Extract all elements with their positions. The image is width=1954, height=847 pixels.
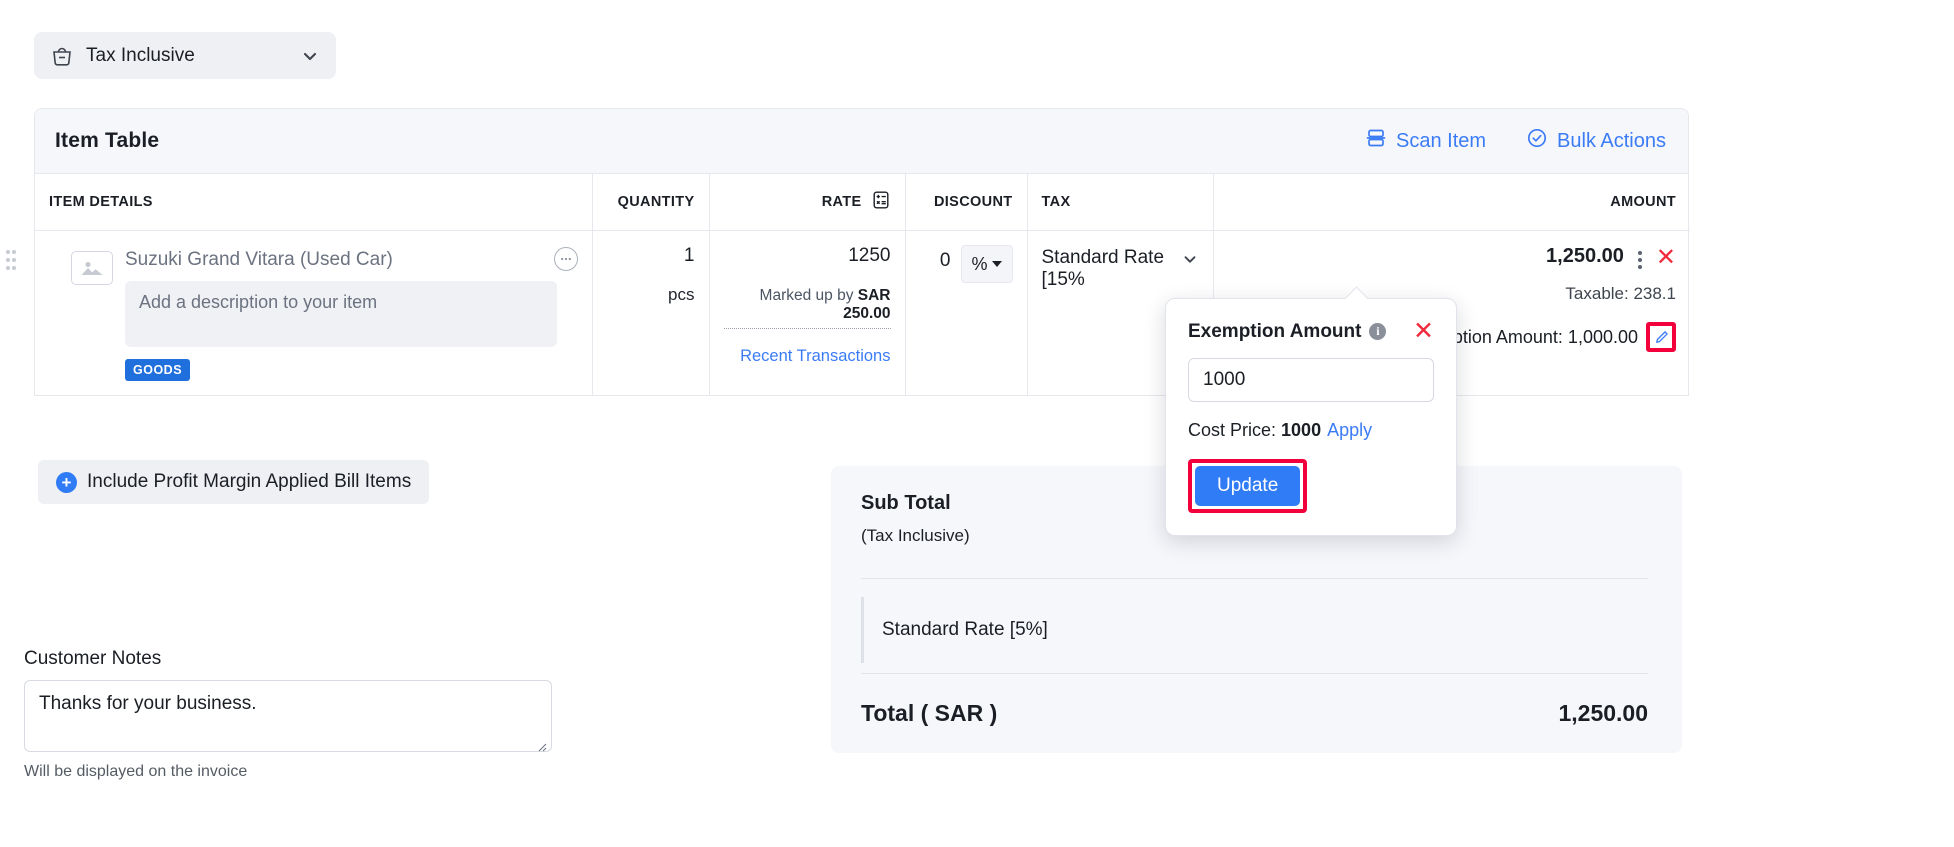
row-drag-handle[interactable] — [6, 250, 24, 276]
item-table-header: Item Table Scan Item — [35, 109, 1688, 174]
quantity-value[interactable]: 1 — [607, 245, 695, 267]
sub-total-label: Sub Total — [861, 492, 970, 515]
scan-item-button[interactable]: Scan Item — [1365, 127, 1486, 155]
scan-icon — [1365, 127, 1387, 155]
item-image-placeholder-icon — [71, 251, 113, 285]
info-icon[interactable]: i — [1369, 323, 1386, 340]
kebab-dot — [1638, 251, 1642, 255]
item-description-input[interactable]: Add a description to your item — [125, 281, 557, 347]
plus-circle-icon: + — [56, 472, 77, 493]
row-more-options-icon[interactable] — [1638, 245, 1642, 269]
exemption-amount-popover: Exemption Amount i ✕ Cost Price: 1000 App… — [1165, 298, 1457, 536]
tax-dropdown[interactable]: Standard Rate [15% — [1042, 245, 1199, 291]
popover-title: Exemption Amount — [1188, 321, 1361, 343]
discount-type-label: % — [971, 254, 987, 275]
item-more-options-icon[interactable] — [554, 247, 578, 271]
col-item-details: ITEM DETAILS — [35, 174, 592, 231]
grand-total-label: Total ( SAR ) — [861, 700, 997, 727]
rate-markup-note: Marked up by SAR 250.00 — [724, 287, 891, 329]
item-type-badge: GOODS — [125, 359, 190, 381]
discount-value[interactable]: 0 — [940, 245, 951, 272]
update-button[interactable]: Update — [1195, 466, 1300, 506]
edit-exemption-amount-button[interactable] — [1646, 322, 1676, 352]
cell-discount: 0 % — [905, 231, 1027, 396]
cell-rate: 1250 Marked up by SAR 250.00 Recent Tran… — [709, 231, 905, 396]
totals-divider-2 — [861, 673, 1648, 674]
item-table-title: Item Table — [55, 129, 159, 153]
bag-icon — [50, 44, 74, 68]
rate-markup-prefix: Marked up by — [760, 287, 858, 304]
tax-mode-select[interactable]: Tax Inclusive — [34, 32, 336, 79]
item-name[interactable]: Suzuki Grand Vitara (Used Car) — [125, 247, 393, 271]
bulk-actions-button[interactable]: Bulk Actions — [1526, 127, 1666, 155]
customer-notes-section: Customer Notes Thanks for your business.… — [24, 648, 584, 781]
customer-notes-value: Thanks for your business. — [39, 693, 257, 714]
cost-price-value: 1000 — [1281, 420, 1321, 440]
sub-total-note: (Tax Inclusive) — [861, 526, 970, 546]
scan-item-label: Scan Item — [1396, 130, 1486, 153]
popover-header: Exemption Amount i ✕ — [1188, 319, 1434, 344]
drag-dot — [12, 266, 16, 270]
col-amount: AMOUNT — [1213, 174, 1690, 231]
include-profit-margin-button[interactable]: + Include Profit Margin Applied Bill Ite… — [38, 460, 429, 504]
remove-row-icon[interactable]: ✕ — [1656, 245, 1676, 270]
item-table-header-actions: Scan Item Bulk Actions — [1365, 127, 1666, 155]
amount-value: 1,250.00 — [1546, 245, 1624, 268]
rate-value[interactable]: 1250 — [724, 245, 891, 267]
table-header-row: ITEM DETAILS QUANTITY RATE — [35, 174, 1690, 231]
include-profit-margin-label: Include Profit Margin Applied Bill Items — [87, 471, 411, 493]
invoice-item-table-screen: Tax Inclusive Item Table — [0, 0, 1954, 847]
col-rate: RATE — [709, 174, 905, 231]
col-quantity: QUANTITY — [592, 174, 709, 231]
caret-down-icon — [992, 261, 1002, 267]
tax-mode-label: Tax Inclusive — [86, 45, 195, 67]
bulk-actions-label: Bulk Actions — [1557, 130, 1666, 153]
recent-transactions-link[interactable]: Recent Transactions — [724, 347, 891, 366]
apply-cost-price-link[interactable]: Apply — [1327, 420, 1372, 440]
tax-summary-label: Standard Rate [5%] — [882, 619, 1048, 641]
quantity-unit: pcs — [607, 285, 695, 305]
drag-dot — [12, 258, 16, 262]
drag-dot — [6, 258, 10, 262]
tax-summary-row: Standard Rate [5%] — [861, 597, 1648, 663]
drag-dot — [12, 250, 16, 254]
col-tax: TAX — [1027, 174, 1213, 231]
exemption-amount-input[interactable] — [1188, 358, 1434, 402]
grand-total-row: Total ( SAR ) 1,250.00 — [861, 700, 1648, 727]
grand-total-value: 1,250.00 — [1558, 700, 1648, 727]
discount-type-dropdown[interactable]: % — [961, 245, 1013, 283]
drag-dot — [6, 266, 10, 270]
tax-label: Standard Rate [15% — [1042, 247, 1180, 291]
chevron-down-icon — [1181, 250, 1199, 274]
totals-divider — [861, 578, 1648, 579]
customer-notes-help: Will be displayed on the invoice — [24, 763, 584, 781]
cell-quantity: 1 pcs — [592, 231, 709, 396]
cost-price-line: Cost Price: 1000 Apply — [1188, 420, 1434, 441]
customer-notes-input[interactable]: Thanks for your business. — [24, 680, 552, 752]
chevron-down-icon — [300, 46, 320, 66]
resize-grip-icon[interactable] — [535, 736, 547, 748]
check-circle-icon — [1526, 127, 1548, 155]
update-button-highlight: Update — [1188, 459, 1307, 513]
calculator-icon[interactable] — [871, 190, 891, 214]
cost-price-label: Cost Price: — [1188, 420, 1281, 440]
col-discount: DISCOUNT — [905, 174, 1027, 231]
customer-notes-label: Customer Notes — [24, 648, 584, 670]
col-rate-label: RATE — [822, 194, 862, 210]
drag-dot — [6, 250, 10, 254]
cell-item-details: Suzuki Grand Vitara (Used Car) Add a des… — [35, 231, 592, 396]
close-icon[interactable]: ✕ — [1413, 319, 1434, 344]
kebab-dot — [1638, 258, 1642, 262]
kebab-dot — [1638, 265, 1642, 269]
